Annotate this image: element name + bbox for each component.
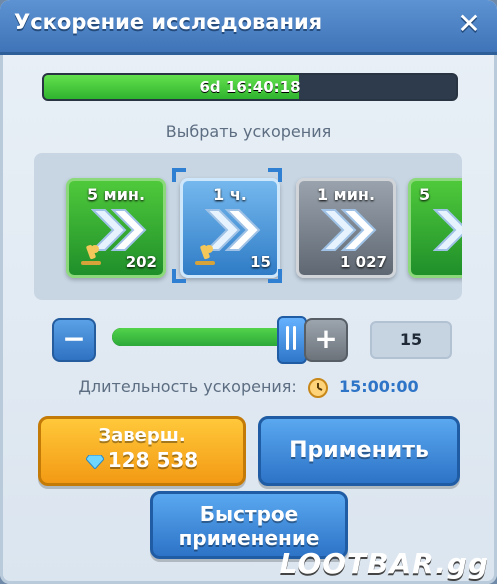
boost-label: 1 мин. xyxy=(316,185,376,204)
boost-5-partial[interactable]: 5 xyxy=(408,178,462,278)
boost-selector: 5 мин. 202 1 ч. 15 1 мин. 1 027 5 xyxy=(34,153,462,300)
timer-text: 6d 16:40:18 xyxy=(199,78,301,96)
boost-1min[interactable]: 1 мин. 1 027 xyxy=(296,178,396,278)
quick-apply-line1: Быстрое xyxy=(199,502,299,526)
boost-5min[interactable]: 5 мин. 202 xyxy=(66,178,166,278)
decrease-button[interactable]: − xyxy=(52,318,96,362)
dialog-header: Ускорение исследования ✕ xyxy=(0,0,497,55)
boost-duration: Длительность ускорения: 15:00:00 xyxy=(0,377,497,398)
watermark: LOOTBAR.gg xyxy=(279,547,489,580)
duration-value: 15:00:00 xyxy=(339,377,419,396)
gem-icon xyxy=(85,454,104,469)
slider-fill xyxy=(112,328,290,346)
boost-count: 202 xyxy=(125,253,157,271)
selection-corner xyxy=(268,168,282,182)
slider-track[interactable] xyxy=(112,328,290,346)
selection-corner xyxy=(172,269,186,283)
apply-button[interactable]: Применить xyxy=(258,416,460,486)
speedup-dialog: Ускорение исследования ✕ 6d 16:40:18 Выб… xyxy=(0,0,497,584)
close-icon[interactable]: ✕ xyxy=(453,8,485,40)
clock-icon xyxy=(307,377,328,398)
finish-amount: 128 538 xyxy=(107,448,199,472)
selection-corner xyxy=(172,168,186,182)
slider-handle[interactable] xyxy=(277,316,307,364)
select-boosts-title: Выбрать ускорения xyxy=(165,122,332,141)
research-timer-bar: 6d 16:40:18 xyxy=(42,73,458,101)
boost-count: 1 027 xyxy=(340,253,387,271)
boost-label: 1 ч. xyxy=(213,185,247,204)
microscope-icon xyxy=(195,244,215,265)
boost-1h[interactable]: 1 ч. 15 xyxy=(180,178,280,278)
fast-forward-icon xyxy=(433,209,462,251)
dialog-title: Ускорение исследования xyxy=(14,10,323,34)
quantity-field[interactable]: 15 xyxy=(370,321,452,359)
boost-label: 5 xyxy=(419,185,431,204)
finish-cost: 128 538 xyxy=(41,448,243,472)
increase-button[interactable]: + xyxy=(304,318,348,362)
fast-forward-icon xyxy=(321,209,377,251)
finish-now-button[interactable]: Заверш. 128 538 xyxy=(38,416,246,486)
duration-label: Длительность ускорения: xyxy=(78,377,297,396)
selection-corner xyxy=(268,269,282,283)
finish-label: Заверш. xyxy=(98,425,186,446)
quantity-slider: − + xyxy=(52,316,352,364)
boost-label: 5 мин. xyxy=(86,185,146,204)
microscope-icon xyxy=(81,244,101,265)
